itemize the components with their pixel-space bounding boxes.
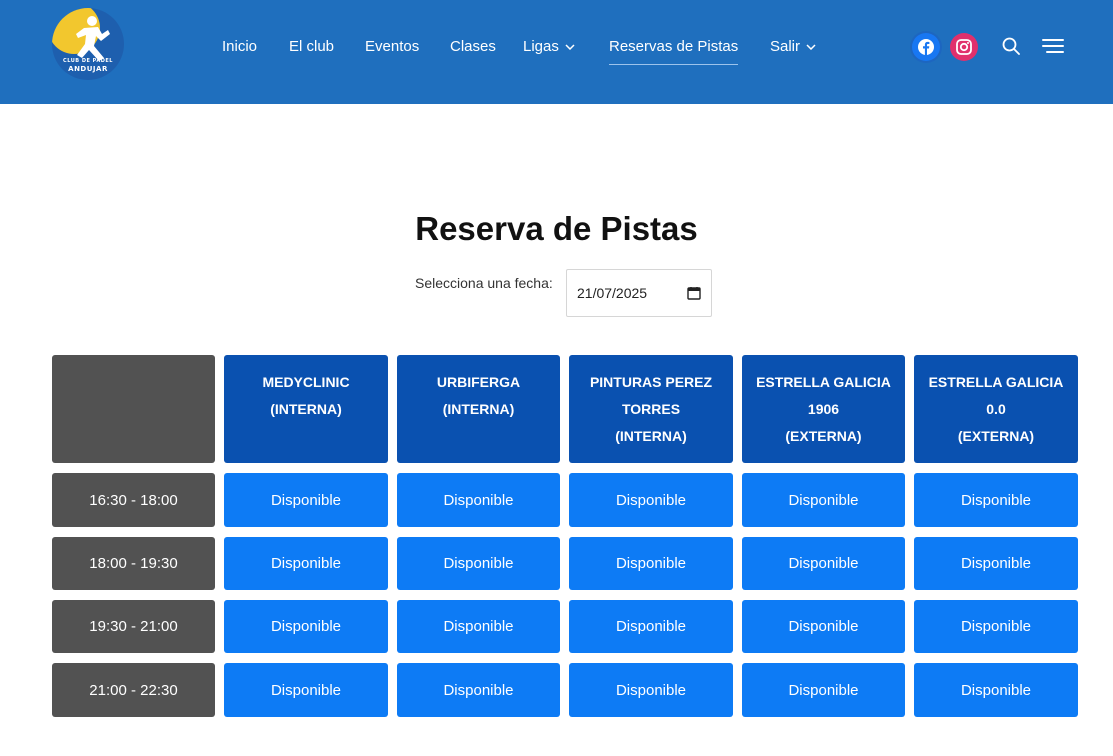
menu-icon xyxy=(1042,39,1064,53)
court-header: URBIFERGA (INTERNA) xyxy=(397,355,560,463)
nav-item-ligas[interactable]: Ligas xyxy=(523,36,575,58)
court-header: ESTRELLA GALICIA 1906 (EXTERNA) xyxy=(742,355,905,463)
slot-available-button[interactable]: Disponible xyxy=(224,600,388,653)
nav-label: Inicio xyxy=(222,38,258,55)
calendar-icon[interactable] xyxy=(687,286,701,300)
slot-available-button[interactable]: Disponible xyxy=(397,537,560,590)
slot-available-button[interactable]: Disponible xyxy=(914,600,1078,653)
nav-item-eventos[interactable]: Eventos xyxy=(365,36,419,58)
nav-label: Clases xyxy=(450,38,496,55)
slot-available-button[interactable]: Disponible xyxy=(742,600,905,653)
search-icon xyxy=(1002,37,1020,55)
slot-available-button[interactable]: Disponible xyxy=(569,473,733,527)
search-button[interactable] xyxy=(1001,36,1023,58)
logo-text-big: ANDUJAR xyxy=(68,65,108,73)
court-name: PINTURAS PEREZ TORRES (INTERNA) xyxy=(589,374,713,444)
time-slot: 19:30 - 21:00 xyxy=(52,600,215,653)
time-slot: 21:00 - 22:30 xyxy=(52,663,215,717)
nav-label: Ligas xyxy=(523,38,559,55)
slot-available-button[interactable]: Disponible xyxy=(224,663,388,717)
date-label: Selecciona una fecha: xyxy=(415,275,553,291)
facebook-link[interactable] xyxy=(912,33,940,61)
nav-item-el-club[interactable]: El club xyxy=(289,36,334,58)
court-header: ESTRELLA GALICIA 0.0 (EXTERNA) xyxy=(914,355,1078,463)
table-corner-cell xyxy=(52,355,215,463)
date-value: 21/07/2025 xyxy=(577,285,648,301)
nav-label: Eventos xyxy=(365,38,420,55)
nav-item-clases[interactable]: Clases xyxy=(450,36,496,58)
slot-available-button[interactable]: Disponible xyxy=(569,600,733,653)
slot-available-button[interactable]: Disponible xyxy=(742,663,905,717)
instagram-link[interactable] xyxy=(950,33,978,61)
slot-available-button[interactable]: Disponible xyxy=(224,537,388,590)
facebook-icon xyxy=(918,39,934,55)
club-logo[interactable]: CLUB DE PADEL ANDUJAR xyxy=(52,8,124,80)
logo-player-icon xyxy=(76,16,110,61)
nav-label: Reservas de Pistas xyxy=(609,38,739,55)
slot-available-button[interactable]: Disponible xyxy=(914,473,1078,527)
slot-available-button[interactable]: Disponible xyxy=(569,663,733,717)
slot-available-button[interactable]: Disponible xyxy=(914,663,1078,717)
court-name: URBIFERGA (INTERNA) xyxy=(436,374,521,417)
nav-item-reservas-de-pistas[interactable]: Reservas de Pistas xyxy=(609,36,739,65)
chevron-down-icon xyxy=(565,44,575,50)
court-header: MEDYCLINIC (INTERNA) xyxy=(224,355,388,463)
menu-button[interactable] xyxy=(1042,36,1064,58)
slot-available-button[interactable]: Disponible xyxy=(914,537,1078,590)
court-name: ESTRELLA GALICIA 0.0 (EXTERNA) xyxy=(928,374,1064,444)
slot-available-button[interactable]: Disponible xyxy=(742,473,905,527)
time-slot: 18:00 - 19:30 xyxy=(52,537,215,590)
time-slot: 16:30 - 18:00 xyxy=(52,473,215,527)
court-header: PINTURAS PEREZ TORRES (INTERNA) xyxy=(569,355,733,463)
court-name: ESTRELLA GALICIA 1906 (EXTERNA) xyxy=(756,374,891,444)
slot-available-button[interactable]: Disponible xyxy=(224,473,388,527)
date-input[interactable]: 21/07/2025 xyxy=(566,269,712,317)
instagram-icon xyxy=(956,39,972,55)
nav-item-salir[interactable]: Salir xyxy=(770,36,816,58)
slot-available-button[interactable]: Disponible xyxy=(397,473,560,527)
slot-available-button[interactable]: Disponible xyxy=(742,537,905,590)
site-header: CLUB DE PADEL ANDUJAR Inicio El club Eve… xyxy=(0,0,1113,104)
logo-text-small: CLUB DE PADEL xyxy=(63,58,113,64)
court-name: MEDYCLINIC (INTERNA) xyxy=(262,374,350,417)
page-title: Reserva de Pistas xyxy=(415,210,698,247)
slot-available-button[interactable]: Disponible xyxy=(397,663,560,717)
nav-label: El club xyxy=(289,38,335,55)
nav-label: Salir xyxy=(770,38,801,55)
chevron-down-icon xyxy=(806,44,816,50)
nav-item-inicio[interactable]: Inicio xyxy=(222,36,257,58)
slot-available-button[interactable]: Disponible xyxy=(569,537,733,590)
slot-available-button[interactable]: Disponible xyxy=(397,600,560,653)
